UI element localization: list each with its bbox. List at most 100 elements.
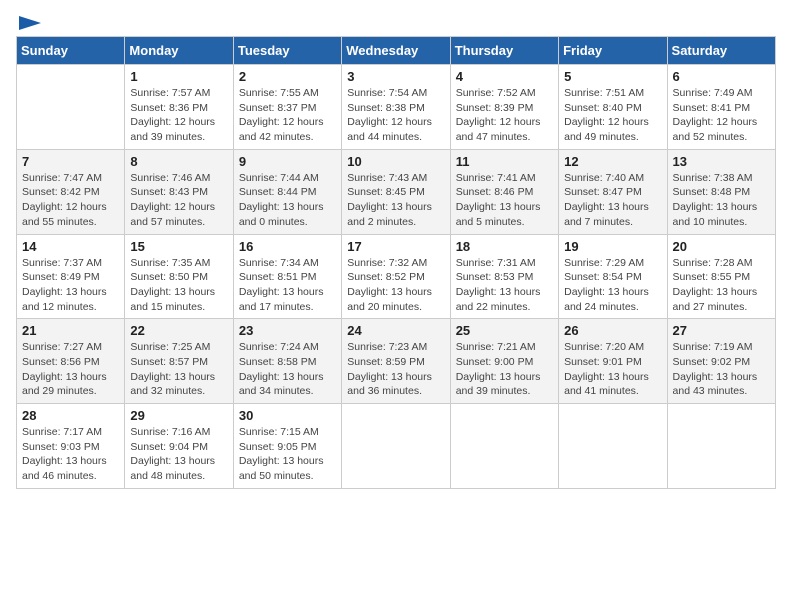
day-number: 16: [239, 239, 336, 254]
calendar-header-row: SundayMondayTuesdayWednesdayThursdayFrid…: [17, 37, 776, 65]
day-number: 10: [347, 154, 444, 169]
day-info: Sunrise: 7:38 AM Sunset: 8:48 PM Dayligh…: [673, 171, 770, 230]
header-cell-friday: Friday: [559, 37, 667, 65]
day-cell: 5 Sunrise: 7:51 AM Sunset: 8:40 PM Daylig…: [559, 65, 667, 150]
logo-icon: [19, 16, 41, 30]
day-number: 30: [239, 408, 336, 423]
day-cell: 3 Sunrise: 7:54 AM Sunset: 8:38 PM Daylig…: [342, 65, 450, 150]
day-info: Sunrise: 7:49 AM Sunset: 8:41 PM Dayligh…: [673, 86, 770, 145]
day-number: 3: [347, 69, 444, 84]
header-cell-tuesday: Tuesday: [233, 37, 341, 65]
week-row-2: 7 Sunrise: 7:47 AM Sunset: 8:42 PM Daylig…: [17, 149, 776, 234]
day-cell: 7 Sunrise: 7:47 AM Sunset: 8:42 PM Daylig…: [17, 149, 125, 234]
day-cell: 22 Sunrise: 7:25 AM Sunset: 8:57 PM Dayli…: [125, 319, 233, 404]
week-row-4: 21 Sunrise: 7:27 AM Sunset: 8:56 PM Dayli…: [17, 319, 776, 404]
day-info: Sunrise: 7:35 AM Sunset: 8:50 PM Dayligh…: [130, 256, 227, 315]
day-info: Sunrise: 7:54 AM Sunset: 8:38 PM Dayligh…: [347, 86, 444, 145]
day-info: Sunrise: 7:52 AM Sunset: 8:39 PM Dayligh…: [456, 86, 553, 145]
day-info: Sunrise: 7:25 AM Sunset: 8:57 PM Dayligh…: [130, 340, 227, 399]
day-info: Sunrise: 7:17 AM Sunset: 9:03 PM Dayligh…: [22, 425, 119, 484]
day-cell: 10Sunrise: 7:43 AM Sunset: 8:45 PM Dayli…: [342, 149, 450, 234]
day-cell: 9 Sunrise: 7:44 AM Sunset: 8:44 PM Daylig…: [233, 149, 341, 234]
header-cell-saturday: Saturday: [667, 37, 775, 65]
day-number: 12: [564, 154, 661, 169]
day-info: Sunrise: 7:15 AM Sunset: 9:05 PM Dayligh…: [239, 425, 336, 484]
page-header: [16, 16, 776, 28]
day-number: 7: [22, 154, 119, 169]
header-cell-monday: Monday: [125, 37, 233, 65]
day-number: 29: [130, 408, 227, 423]
header-cell-wednesday: Wednesday: [342, 37, 450, 65]
day-cell: 8 Sunrise: 7:46 AM Sunset: 8:43 PM Daylig…: [125, 149, 233, 234]
day-info: Sunrise: 7:20 AM Sunset: 9:01 PM Dayligh…: [564, 340, 661, 399]
day-cell: 14 Sunrise: 7:37 AM Sunset: 8:49 PM Dayli…: [17, 234, 125, 319]
day-number: 9: [239, 154, 336, 169]
day-info: Sunrise: 7:31 AM Sunset: 8:53 PM Dayligh…: [456, 256, 553, 315]
day-number: 6: [673, 69, 770, 84]
day-number: 19: [564, 239, 661, 254]
day-cell: 24 Sunrise: 7:23 AM Sunset: 8:59 PM Dayli…: [342, 319, 450, 404]
day-number: 1: [130, 69, 227, 84]
day-info: Sunrise: 7:40 AM Sunset: 8:47 PM Dayligh…: [564, 171, 661, 230]
day-cell: [667, 404, 775, 489]
day-info: Sunrise: 7:32 AM Sunset: 8:52 PM Dayligh…: [347, 256, 444, 315]
day-info: Sunrise: 7:37 AM Sunset: 8:49 PM Dayligh…: [22, 256, 119, 315]
day-number: 4: [456, 69, 553, 84]
day-number: 24: [347, 323, 444, 338]
day-info: Sunrise: 7:47 AM Sunset: 8:42 PM Dayligh…: [22, 171, 119, 230]
week-row-1: 1 Sunrise: 7:57 AM Sunset: 8:36 PM Daylig…: [17, 65, 776, 150]
day-info: Sunrise: 7:51 AM Sunset: 8:40 PM Dayligh…: [564, 86, 661, 145]
day-cell: 25 Sunrise: 7:21 AM Sunset: 9:00 PM Dayli…: [450, 319, 558, 404]
day-number: 14: [22, 239, 119, 254]
day-cell: 29 Sunrise: 7:16 AM Sunset: 9:04 PM Dayli…: [125, 404, 233, 489]
day-cell: [342, 404, 450, 489]
day-info: Sunrise: 7:24 AM Sunset: 8:58 PM Dayligh…: [239, 340, 336, 399]
day-number: 13: [673, 154, 770, 169]
day-info: Sunrise: 7:21 AM Sunset: 9:00 PM Dayligh…: [456, 340, 553, 399]
day-number: 8: [130, 154, 227, 169]
day-number: 28: [22, 408, 119, 423]
day-cell: 1 Sunrise: 7:57 AM Sunset: 8:36 PM Daylig…: [125, 65, 233, 150]
day-cell: [450, 404, 558, 489]
day-cell: [17, 65, 125, 150]
day-number: 21: [22, 323, 119, 338]
day-info: Sunrise: 7:16 AM Sunset: 9:04 PM Dayligh…: [130, 425, 227, 484]
day-cell: 16 Sunrise: 7:34 AM Sunset: 8:51 PM Dayli…: [233, 234, 341, 319]
day-info: Sunrise: 7:55 AM Sunset: 8:37 PM Dayligh…: [239, 86, 336, 145]
day-cell: 4 Sunrise: 7:52 AM Sunset: 8:39 PM Daylig…: [450, 65, 558, 150]
day-cell: 13 Sunrise: 7:38 AM Sunset: 8:48 PM Dayli…: [667, 149, 775, 234]
week-row-3: 14 Sunrise: 7:37 AM Sunset: 8:49 PM Dayli…: [17, 234, 776, 319]
day-cell: 21 Sunrise: 7:27 AM Sunset: 8:56 PM Dayli…: [17, 319, 125, 404]
day-number: 18: [456, 239, 553, 254]
day-info: Sunrise: 7:29 AM Sunset: 8:54 PM Dayligh…: [564, 256, 661, 315]
day-cell: 6 Sunrise: 7:49 AM Sunset: 8:41 PM Daylig…: [667, 65, 775, 150]
day-cell: [559, 404, 667, 489]
day-number: 26: [564, 323, 661, 338]
day-info: Sunrise: 7:19 AM Sunset: 9:02 PM Dayligh…: [673, 340, 770, 399]
day-info: Sunrise: 7:44 AM Sunset: 8:44 PM Dayligh…: [239, 171, 336, 230]
day-number: 17: [347, 239, 444, 254]
day-number: 25: [456, 323, 553, 338]
day-cell: 26 Sunrise: 7:20 AM Sunset: 9:01 PM Dayli…: [559, 319, 667, 404]
day-info: Sunrise: 7:23 AM Sunset: 8:59 PM Dayligh…: [347, 340, 444, 399]
day-number: 20: [673, 239, 770, 254]
day-number: 23: [239, 323, 336, 338]
day-cell: 30 Sunrise: 7:15 AM Sunset: 9:05 PM Dayli…: [233, 404, 341, 489]
calendar-table: SundayMondayTuesdayWednesdayThursdayFrid…: [16, 36, 776, 489]
day-info: Sunrise: 7:27 AM Sunset: 8:56 PM Dayligh…: [22, 340, 119, 399]
day-number: 5: [564, 69, 661, 84]
day-cell: 28 Sunrise: 7:17 AM Sunset: 9:03 PM Dayli…: [17, 404, 125, 489]
day-info: Sunrise: 7:46 AM Sunset: 8:43 PM Dayligh…: [130, 171, 227, 230]
logo: [16, 16, 41, 28]
day-cell: 18 Sunrise: 7:31 AM Sunset: 8:53 PM Dayli…: [450, 234, 558, 319]
day-number: 27: [673, 323, 770, 338]
day-cell: 15Sunrise: 7:35 AM Sunset: 8:50 PM Dayli…: [125, 234, 233, 319]
day-info: Sunrise: 7:57 AM Sunset: 8:36 PM Dayligh…: [130, 86, 227, 145]
day-info: Sunrise: 7:28 AM Sunset: 8:55 PM Dayligh…: [673, 256, 770, 315]
day-cell: 23 Sunrise: 7:24 AM Sunset: 8:58 PM Dayli…: [233, 319, 341, 404]
day-info: Sunrise: 7:34 AM Sunset: 8:51 PM Dayligh…: [239, 256, 336, 315]
header-cell-sunday: Sunday: [17, 37, 125, 65]
calendar-body: 1 Sunrise: 7:57 AM Sunset: 8:36 PM Daylig…: [17, 65, 776, 489]
day-cell: 11Sunrise: 7:41 AM Sunset: 8:46 PM Dayli…: [450, 149, 558, 234]
day-number: 22: [130, 323, 227, 338]
